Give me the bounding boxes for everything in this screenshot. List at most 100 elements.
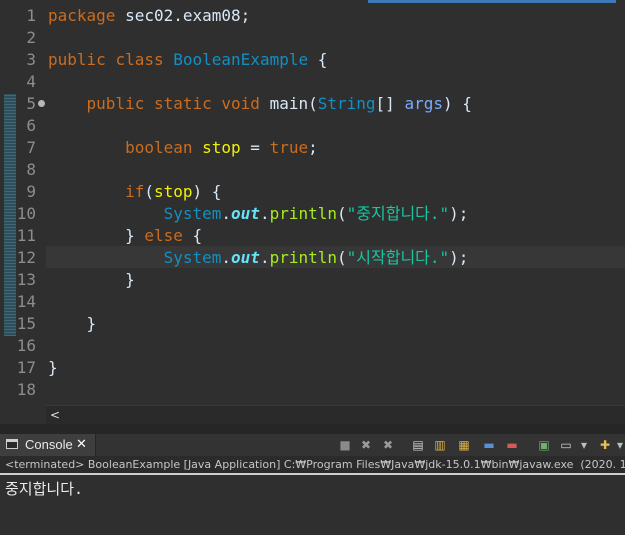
code-token: ; bbox=[308, 138, 318, 157]
code-token: . bbox=[221, 248, 232, 267]
line-number: 13 bbox=[16, 270, 36, 289]
code-token: else bbox=[144, 226, 183, 245]
code-token: . bbox=[221, 204, 232, 223]
code-token: { bbox=[308, 50, 328, 69]
tab-console[interactable]: Console ✕ bbox=[0, 434, 96, 456]
code-line[interactable]: 13 } bbox=[0, 269, 625, 291]
code-token: } bbox=[125, 226, 145, 245]
code-token: println bbox=[269, 204, 338, 223]
clear-console-icon[interactable]: ▤ bbox=[410, 437, 426, 453]
code-token: true bbox=[269, 138, 309, 157]
code-token: . bbox=[259, 204, 270, 223]
active-tab-indicator bbox=[368, 0, 616, 3]
code-text: package sec02.exam08; bbox=[48, 5, 250, 27]
code-token: println bbox=[269, 248, 338, 267]
code-line[interactable]: 17} bbox=[0, 357, 625, 379]
code-token: args bbox=[404, 94, 443, 113]
code-token: } bbox=[125, 270, 135, 289]
chevron-down-icon[interactable]: ▾ bbox=[616, 437, 624, 453]
line-number: 2 bbox=[26, 28, 36, 47]
line-number: 16 bbox=[16, 336, 36, 355]
open-console-icon[interactable]: ✚ bbox=[597, 437, 613, 453]
show-on-stderr-icon[interactable]: ▬ bbox=[504, 437, 520, 453]
code-line[interactable]: 8 bbox=[0, 159, 625, 181]
code-token: stop bbox=[202, 138, 241, 157]
code-token: { bbox=[182, 226, 203, 245]
code-line[interactable]: 16 bbox=[0, 335, 625, 357]
terminate-icon[interactable]: ■ bbox=[337, 437, 353, 453]
code-line[interactable]: 10 System.out.println("중지합니다."); bbox=[0, 203, 625, 225]
code-text: } else { bbox=[48, 225, 202, 247]
code-token: out bbox=[231, 248, 260, 267]
code-text: boolean stop = true; bbox=[48, 137, 318, 159]
line-number: 18 bbox=[16, 380, 36, 399]
code-text: public static void main(String[] args) { bbox=[48, 93, 472, 115]
chevron-down-icon[interactable]: ▾ bbox=[580, 437, 588, 453]
line-number: 1 bbox=[26, 6, 36, 25]
code-token: = bbox=[240, 138, 270, 157]
code-token: ( bbox=[144, 182, 154, 201]
line-number: 11 bbox=[16, 226, 36, 245]
code-line[interactable]: 2 bbox=[0, 27, 625, 49]
code-line[interactable]: 11 } else { bbox=[0, 225, 625, 247]
line-number: 15 bbox=[16, 314, 36, 333]
code-token: ); bbox=[449, 248, 469, 267]
code-token: stop bbox=[153, 182, 193, 201]
console-status: <terminated> BooleanExample [Java Applic… bbox=[0, 456, 625, 475]
code-line[interactable]: 6 bbox=[0, 115, 625, 137]
code-line[interactable]: 5 public static void main(String[] args)… bbox=[0, 93, 625, 115]
code-token: [] bbox=[375, 94, 405, 113]
code-line[interactable]: 15 } bbox=[0, 313, 625, 335]
line-number: 10 bbox=[16, 204, 36, 223]
remove-all-terminated-icon[interactable]: ✖ bbox=[380, 437, 396, 453]
code-line[interactable]: 1 package sec02.exam08; bbox=[0, 5, 625, 27]
code-line[interactable]: 9 if(stop) { bbox=[0, 181, 625, 203]
console-output[interactable]: 중지합니다. bbox=[0, 475, 625, 535]
console-output-text: 중지합니다. bbox=[5, 480, 84, 498]
line-number: 14 bbox=[16, 292, 36, 311]
scroll-left-arrow[interactable]: < bbox=[50, 406, 60, 424]
code-token: public bbox=[48, 50, 106, 69]
code-editor[interactable]: 1 package sec02.exam08; 2 3 public class Boo… bbox=[0, 0, 625, 424]
console-toolbar: Console ✕ ■ ✖ ✖ ▤ ▥ ▦ ▬ ▬ ▣ ▭ ▾ ✚ ▾ bbox=[0, 434, 625, 456]
line-number: 6 bbox=[26, 116, 36, 135]
code-text: } bbox=[48, 269, 135, 291]
code-line[interactable]: 4 bbox=[0, 71, 625, 93]
code-token: main bbox=[269, 94, 309, 113]
line-number: 5 bbox=[26, 94, 36, 113]
pin-console-icon[interactable]: ▣ bbox=[536, 437, 552, 453]
code-token: out bbox=[231, 204, 260, 223]
code-token: System bbox=[163, 204, 222, 223]
console-tab-label: Console bbox=[25, 437, 73, 452]
line-number: 4 bbox=[26, 72, 36, 91]
remove-launch-icon[interactable]: ✖ bbox=[358, 437, 374, 453]
show-on-stdout-icon[interactable]: ▬ bbox=[481, 437, 497, 453]
code-token: System bbox=[163, 248, 222, 267]
code-line[interactable]: 14 bbox=[0, 291, 625, 313]
panel-divider[interactable] bbox=[0, 424, 625, 434]
code-text: System.out.println("중지합니다."); bbox=[48, 203, 469, 225]
code-line[interactable]: 7 boolean stop = true; bbox=[0, 137, 625, 159]
horizontal-scrollbar[interactable]: < bbox=[46, 405, 625, 424]
close-icon[interactable]: ✕ bbox=[76, 434, 87, 456]
code-token: ) { bbox=[442, 94, 472, 113]
line-number: 3 bbox=[26, 50, 36, 69]
scroll-lock-icon[interactable]: ▥ bbox=[432, 437, 448, 453]
code-token: ) { bbox=[192, 182, 222, 201]
code-token: package bbox=[48, 6, 116, 25]
code-line[interactable]: 3 public class BooleanExample { bbox=[0, 49, 625, 71]
display-console-icon[interactable]: ▭ bbox=[558, 437, 574, 453]
code-text: } bbox=[48, 357, 58, 379]
code-line[interactable]: 12 System.out.println("시작합니다."); bbox=[0, 247, 625, 269]
word-wrap-icon[interactable]: ▦ bbox=[456, 437, 472, 453]
code-line[interactable]: 18 bbox=[0, 379, 625, 401]
code-token: "중지합니다." bbox=[346, 204, 450, 223]
